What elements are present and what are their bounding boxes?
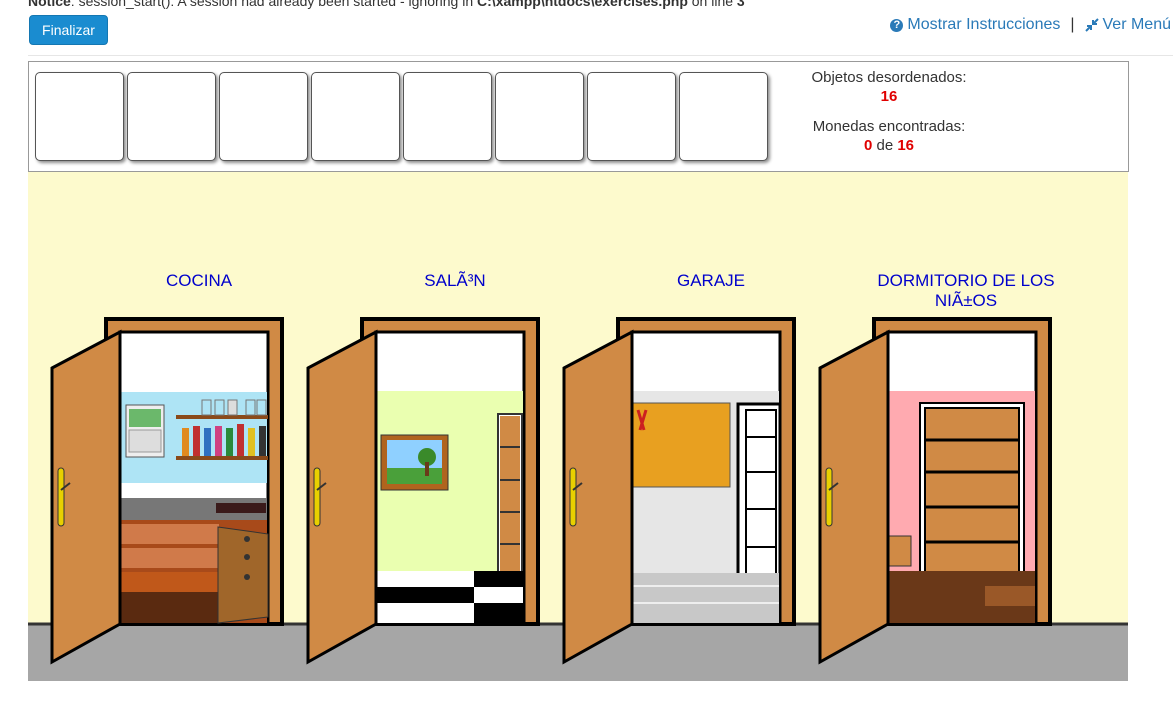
inventory-slot[interactable] [219, 72, 308, 161]
room-label-living[interactable]: SALÃ³N [395, 271, 515, 291]
coins-counter: 0 de 16 [789, 136, 989, 155]
compress-arrows-icon [1084, 18, 1099, 32]
coins-total: 16 [897, 137, 915, 154]
show-instructions-link[interactable]: ? Mostrar Instrucciones [890, 16, 1060, 34]
living-room[interactable] [306, 317, 540, 665]
house-scene: COCINA SALÃ³N GARAJE DORMITORIO DE LOS N… [28, 172, 1128, 681]
painting-icon [380, 434, 449, 491]
inventory-slot[interactable] [679, 72, 768, 161]
inventory-slot[interactable] [35, 72, 124, 161]
room-label-kids-bedroom[interactable]: DORMITORIO DE LOS NIÃ±OS [861, 271, 1071, 311]
notice-message: : session_start(): A session had already… [70, 0, 478, 9]
scene-illustration [28, 172, 1128, 681]
game-stats: Objetos desordenados: 16 Monedas encontr… [789, 68, 989, 155]
view-menu-link[interactable]: Ver Menú [1084, 16, 1171, 34]
notice-line: 3 [736, 0, 745, 9]
top-links: ? Mostrar Instrucciones | Ver Menú [890, 16, 1171, 34]
inventory-slot[interactable] [403, 72, 492, 161]
question-circle-icon: ? [890, 18, 904, 32]
inventory-slot[interactable] [311, 72, 400, 161]
objects-label: Objetos desordenados: [811, 69, 967, 86]
calendar-icon [125, 404, 165, 458]
notice-label: Notice [28, 0, 71, 9]
kids-bedroom[interactable] [818, 317, 1052, 665]
inventory-slot[interactable] [587, 72, 676, 161]
inventory-slot[interactable] [495, 72, 584, 161]
inventory-slot[interactable] [127, 72, 216, 161]
header-divider [28, 55, 1173, 56]
room-label-garage[interactable]: GARAJE [651, 271, 771, 291]
coins-of: de [876, 137, 894, 154]
objects-count: 16 [880, 88, 898, 105]
coins-found: 0 [863, 137, 873, 154]
notice-suffix: on line [687, 0, 737, 9]
garage-room[interactable] [562, 317, 796, 665]
coins-label: Monedas encontradas: [812, 118, 966, 135]
room-label-kitchen[interactable]: COCINA [139, 271, 259, 291]
view-menu-label: Ver Menú [1102, 16, 1171, 33]
finalize-button[interactable]: Finalizar [29, 15, 108, 45]
inventory-panel: Objetos desordenados: 16 Monedas encontr… [28, 61, 1129, 172]
show-instructions-label: Mostrar Instrucciones [907, 16, 1061, 33]
kitchen-room[interactable] [50, 317, 284, 665]
php-notice: Notice: session_start(): A session had a… [28, 0, 745, 9]
notice-path: C:\xampp\htdocs\exercises.php [477, 0, 688, 9]
link-separator: | [1070, 16, 1075, 33]
